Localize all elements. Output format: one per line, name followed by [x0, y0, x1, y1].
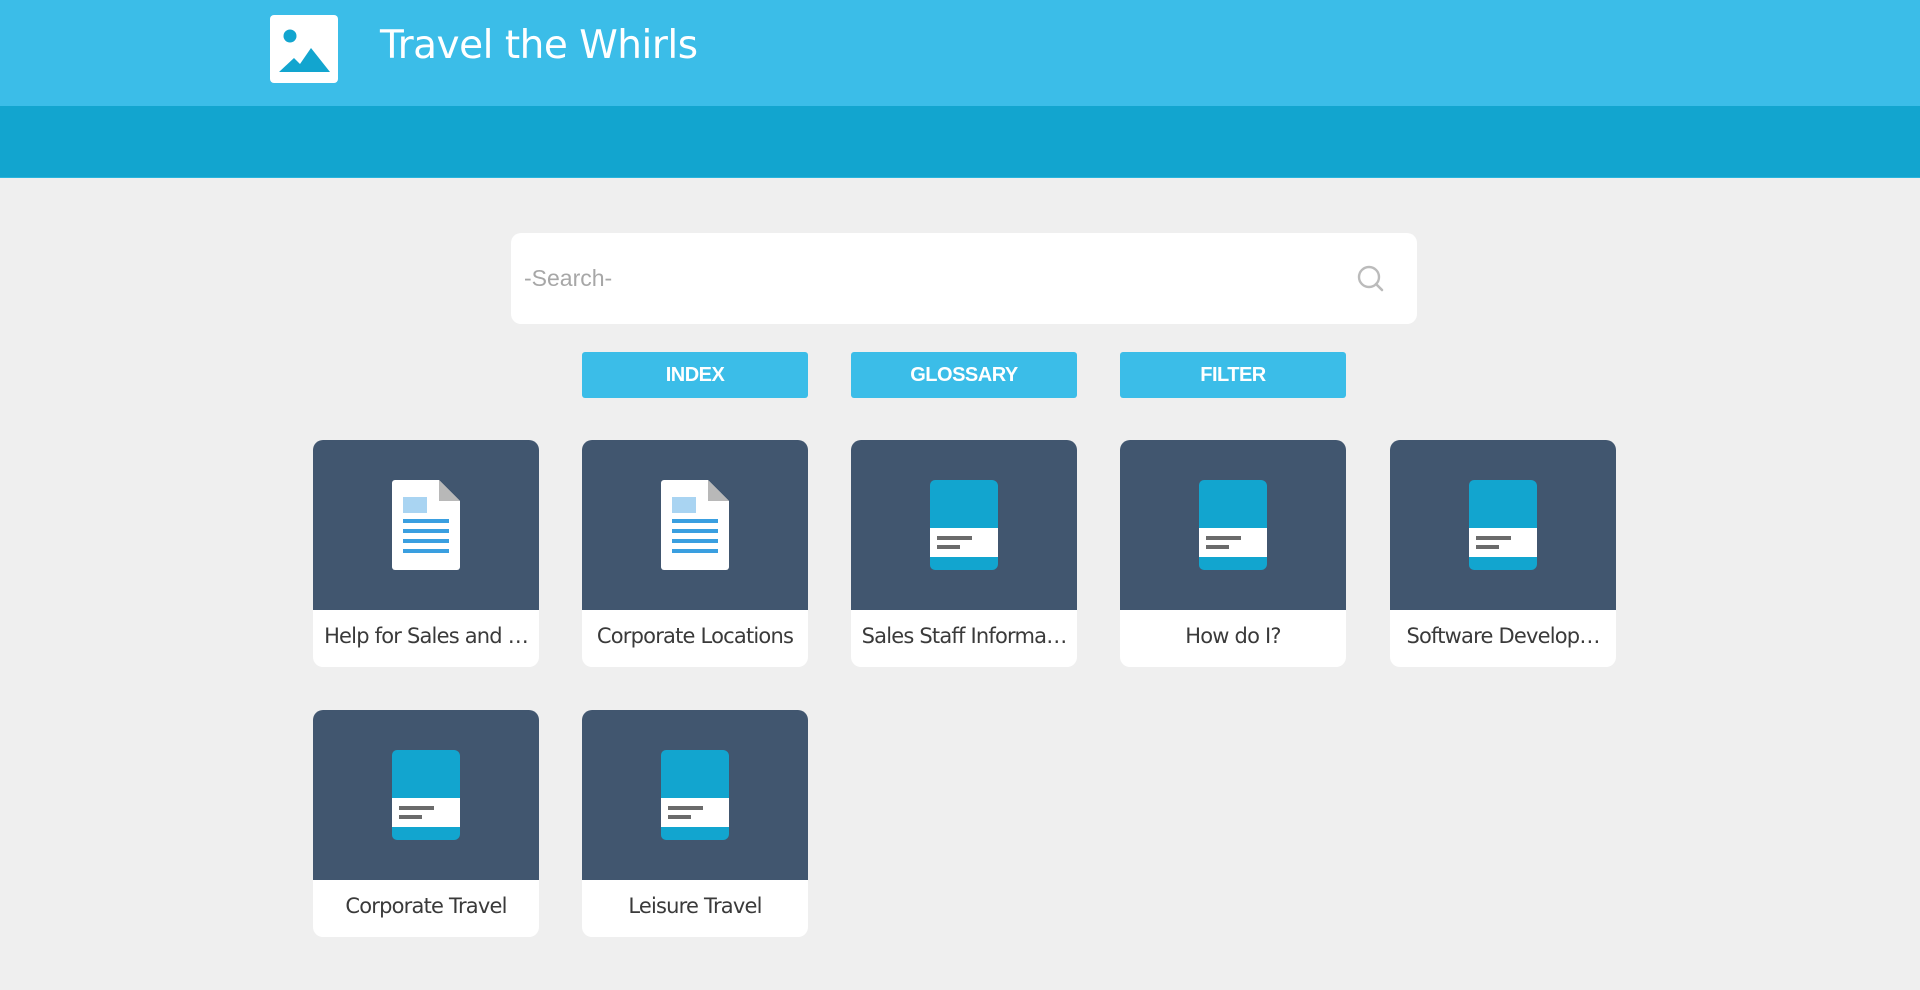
book-icon [930, 480, 998, 570]
document-icon [661, 480, 729, 570]
glossary-button[interactable]: GLOSSARY [851, 352, 1077, 398]
tile-how-do-i[interactable]: How do I? [1120, 440, 1346, 667]
tile-label: How do I? [1185, 624, 1281, 648]
header: Travel the Whirls [0, 0, 1920, 106]
tile-sales-staff-information[interactable]: Sales Staff Informa… [851, 440, 1077, 667]
tile-image [1120, 440, 1346, 610]
filter-button[interactable]: FILTER [1120, 352, 1346, 398]
search-icon[interactable] [1355, 263, 1387, 295]
tile-label: Corporate Travel [345, 894, 507, 918]
tile-image [582, 710, 808, 880]
tile-image [313, 710, 539, 880]
book-icon [392, 750, 460, 840]
book-icon [1469, 480, 1537, 570]
index-button[interactable]: INDEX [582, 352, 808, 398]
site-title: Travel the Whirls [380, 23, 698, 68]
tile-label: Corporate Locations [596, 624, 794, 648]
book-icon [1199, 480, 1267, 570]
search-box [511, 233, 1417, 324]
tile-help-for-sales[interactable]: Help for Sales and … [313, 440, 539, 667]
header-nav-band [0, 106, 1920, 178]
tile-software-development[interactable]: Software Develop… [1390, 440, 1616, 667]
tile-label: Sales Staff Informa… [861, 624, 1068, 648]
tile-label: Software Develop… [1406, 624, 1600, 648]
tile-image [313, 440, 539, 610]
search-input[interactable] [511, 233, 1341, 324]
tile-label: Leisure Travel [628, 894, 762, 918]
image-icon [279, 29, 330, 72]
tile-image [582, 440, 808, 610]
tile-label: Help for Sales and … [324, 624, 529, 648]
tile-corporate-travel[interactable]: Corporate Travel [313, 710, 539, 937]
logo[interactable] [270, 15, 338, 83]
book-icon [661, 750, 729, 840]
tile-corporate-locations[interactable]: Corporate Locations [582, 440, 808, 667]
document-icon [392, 480, 460, 570]
tile-leisure-travel[interactable]: Leisure Travel [582, 710, 808, 937]
tile-image [1390, 440, 1616, 610]
tile-image [851, 440, 1077, 610]
